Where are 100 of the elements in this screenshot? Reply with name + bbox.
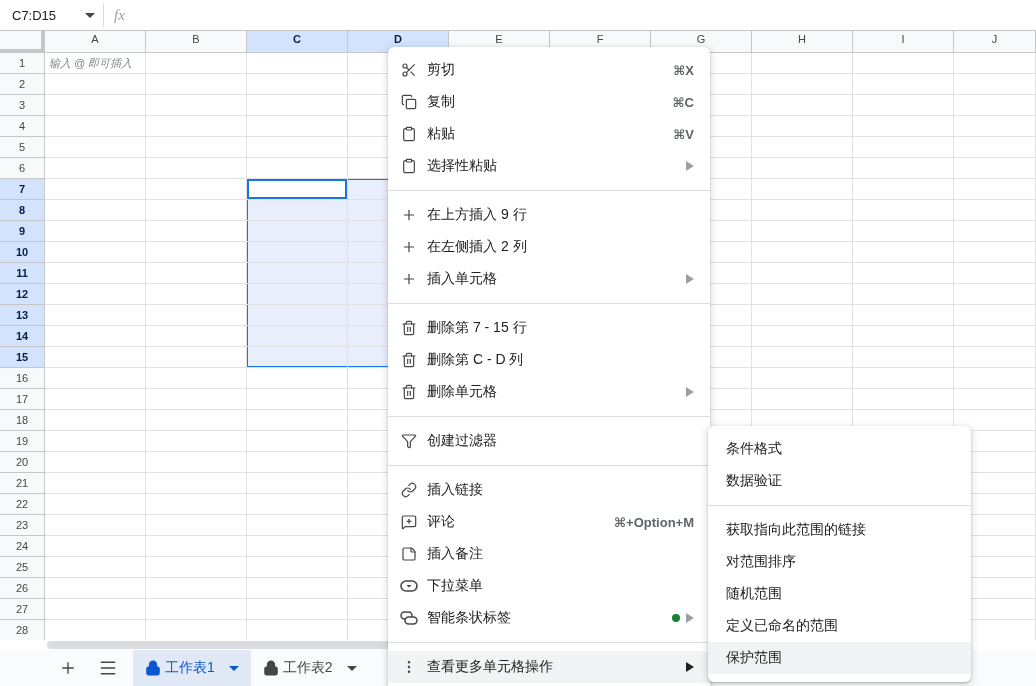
grid-cell[interactable] <box>45 200 146 221</box>
grid-cell[interactable] <box>45 116 146 137</box>
grid-cell[interactable] <box>853 284 954 305</box>
grid-cell[interactable] <box>247 431 348 452</box>
column-header[interactable]: B <box>146 31 247 53</box>
row-header[interactable]: 4 <box>0 116 45 137</box>
menu-item[interactable]: 删除单元格 <box>388 376 710 408</box>
column-header[interactable]: J <box>954 31 1036 53</box>
grid-cell[interactable] <box>146 557 247 578</box>
select-all-corner[interactable] <box>0 31 45 53</box>
grid-cell[interactable] <box>752 389 853 410</box>
grid-cell[interactable] <box>247 137 348 158</box>
menu-item[interactable]: 获取指向此范围的链接 <box>708 514 971 546</box>
grid-cell[interactable] <box>752 368 853 389</box>
grid-cell[interactable] <box>752 95 853 116</box>
grid-cell[interactable] <box>247 473 348 494</box>
grid-cell[interactable] <box>146 116 247 137</box>
grid-cell[interactable] <box>954 74 1036 95</box>
row-header[interactable]: 27 <box>0 599 45 620</box>
grid-cell[interactable] <box>853 389 954 410</box>
grid-cell[interactable] <box>954 221 1036 242</box>
grid-cell[interactable] <box>853 200 954 221</box>
grid-cell[interactable] <box>954 95 1036 116</box>
grid-cell[interactable] <box>45 473 146 494</box>
row-header[interactable]: 26 <box>0 578 45 599</box>
grid-cell[interactable] <box>853 179 954 200</box>
grid-cell[interactable] <box>752 200 853 221</box>
grid-cell[interactable] <box>247 557 348 578</box>
menu-item[interactable]: 保护范围 <box>708 642 971 674</box>
selected-cell[interactable] <box>247 179 348 200</box>
grid-cell[interactable] <box>45 221 146 242</box>
grid-cell[interactable] <box>247 578 348 599</box>
grid-cell[interactable] <box>45 305 146 326</box>
grid-cell[interactable] <box>752 305 853 326</box>
grid-cell[interactable] <box>45 242 146 263</box>
grid-cell[interactable] <box>752 284 853 305</box>
grid-cell[interactable] <box>954 158 1036 179</box>
grid-cell[interactable] <box>45 95 146 116</box>
row-header[interactable]: 9 <box>0 221 45 242</box>
menu-item[interactable]: 插入单元格 <box>388 263 710 295</box>
grid-cell[interactable] <box>954 116 1036 137</box>
menu-item[interactable]: 复制 ⌘C <box>388 86 710 118</box>
grid-cell[interactable] <box>247 536 348 557</box>
row-header[interactable]: 7 <box>0 179 45 200</box>
grid-cell[interactable] <box>146 536 247 557</box>
grid-cell[interactable] <box>752 242 853 263</box>
menu-item[interactable]: 选择性粘贴 <box>388 150 710 182</box>
grid-cell[interactable] <box>853 116 954 137</box>
grid-cell[interactable] <box>146 578 247 599</box>
menu-item[interactable]: 插入链接 <box>388 474 710 506</box>
grid-cell[interactable] <box>247 515 348 536</box>
menu-item[interactable]: 随机范围 <box>708 578 971 610</box>
grid-cell[interactable] <box>146 599 247 620</box>
grid-cell[interactable] <box>752 326 853 347</box>
grid-cell[interactable] <box>45 179 146 200</box>
grid-cell[interactable] <box>146 53 247 74</box>
selected-cell[interactable] <box>247 242 348 263</box>
grid-cell[interactable] <box>146 347 247 368</box>
grid-cell[interactable] <box>752 179 853 200</box>
menu-item[interactable]: 创建过滤器 <box>388 425 710 457</box>
grid-cell[interactable] <box>45 368 146 389</box>
row-header[interactable]: 11 <box>0 263 45 284</box>
grid-cell[interactable] <box>146 494 247 515</box>
grid-cell[interactable] <box>146 284 247 305</box>
grid-cell[interactable] <box>45 284 146 305</box>
grid-cell[interactable] <box>954 53 1036 74</box>
row-header[interactable]: 13 <box>0 305 45 326</box>
grid-cell[interactable] <box>853 326 954 347</box>
grid-cell[interactable] <box>146 74 247 95</box>
row-header[interactable]: 10 <box>0 242 45 263</box>
grid-cell[interactable] <box>45 494 146 515</box>
sheet-tab[interactable]: 工作表1 <box>133 650 251 686</box>
grid-cell[interactable] <box>853 137 954 158</box>
grid-cell[interactable] <box>853 263 954 284</box>
grid-cell[interactable] <box>853 74 954 95</box>
grid-cell[interactable] <box>247 158 348 179</box>
column-header[interactable]: A <box>45 31 146 53</box>
grid-cell[interactable] <box>954 179 1036 200</box>
grid-cell[interactable] <box>954 347 1036 368</box>
menu-item[interactable]: 数据验证 <box>708 465 971 497</box>
row-header[interactable]: 15 <box>0 347 45 368</box>
selected-cell[interactable] <box>247 284 348 305</box>
row-header[interactable]: 3 <box>0 95 45 116</box>
sheet-tab[interactable]: 工作表2 <box>250 650 369 686</box>
grid-cell[interactable] <box>752 116 853 137</box>
grid-cell[interactable] <box>954 284 1036 305</box>
menu-item[interactable]: 定义已命名的范围 <box>708 610 971 642</box>
grid-cell[interactable] <box>146 137 247 158</box>
grid-cell[interactable] <box>247 53 348 74</box>
grid-cell[interactable] <box>853 158 954 179</box>
row-header[interactable]: 22 <box>0 494 45 515</box>
grid-cell[interactable] <box>45 263 146 284</box>
row-header[interactable]: 5 <box>0 137 45 158</box>
grid-cell[interactable] <box>954 242 1036 263</box>
grid-cell[interactable] <box>45 557 146 578</box>
grid-cell[interactable] <box>752 263 853 284</box>
grid-cell[interactable] <box>146 410 247 431</box>
grid-cell[interactable] <box>853 221 954 242</box>
grid-cell[interactable] <box>45 431 146 452</box>
grid-cell[interactable] <box>146 431 247 452</box>
